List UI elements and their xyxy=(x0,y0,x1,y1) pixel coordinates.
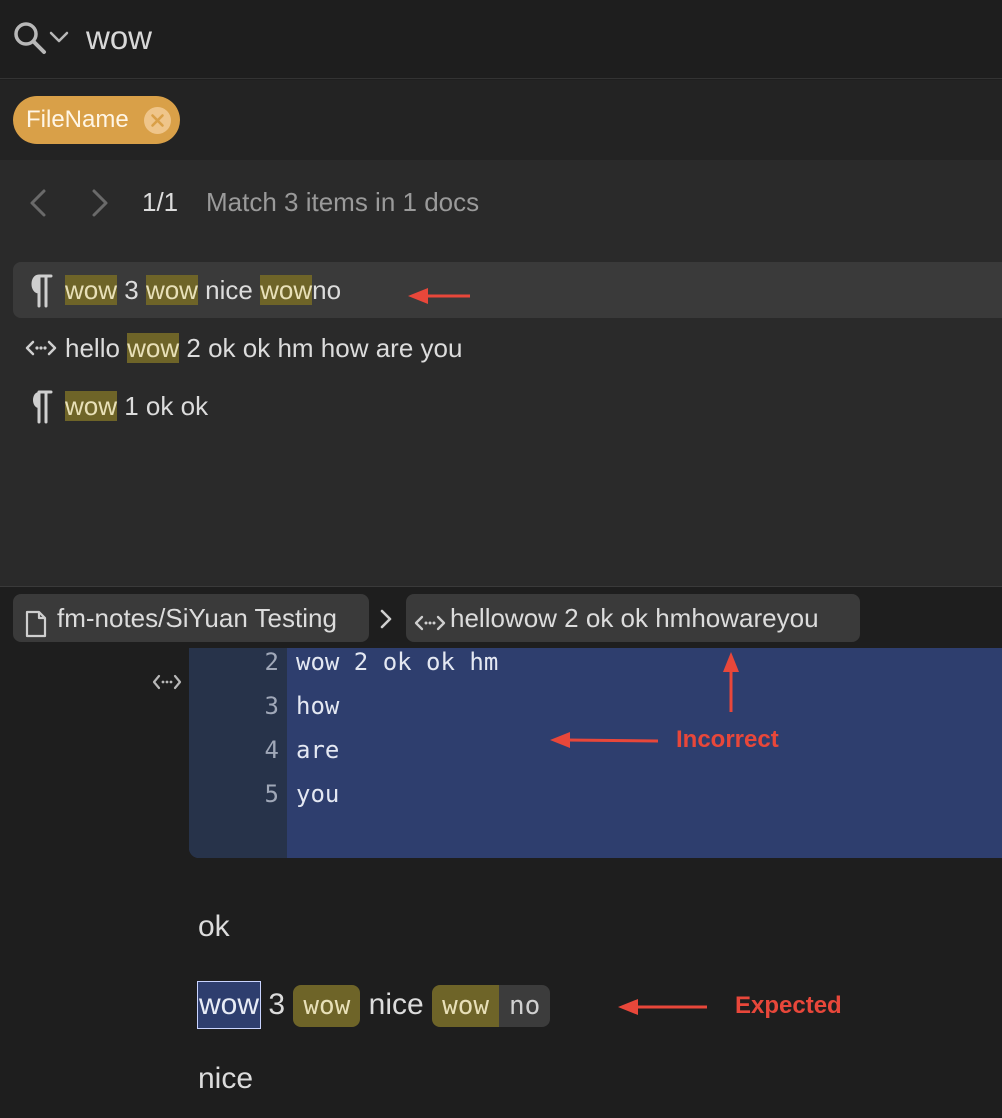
annotation-arrows xyxy=(408,288,739,1015)
annotation-expected: Expected xyxy=(735,992,842,1019)
annotation-incorrect: Incorrect xyxy=(676,726,779,753)
